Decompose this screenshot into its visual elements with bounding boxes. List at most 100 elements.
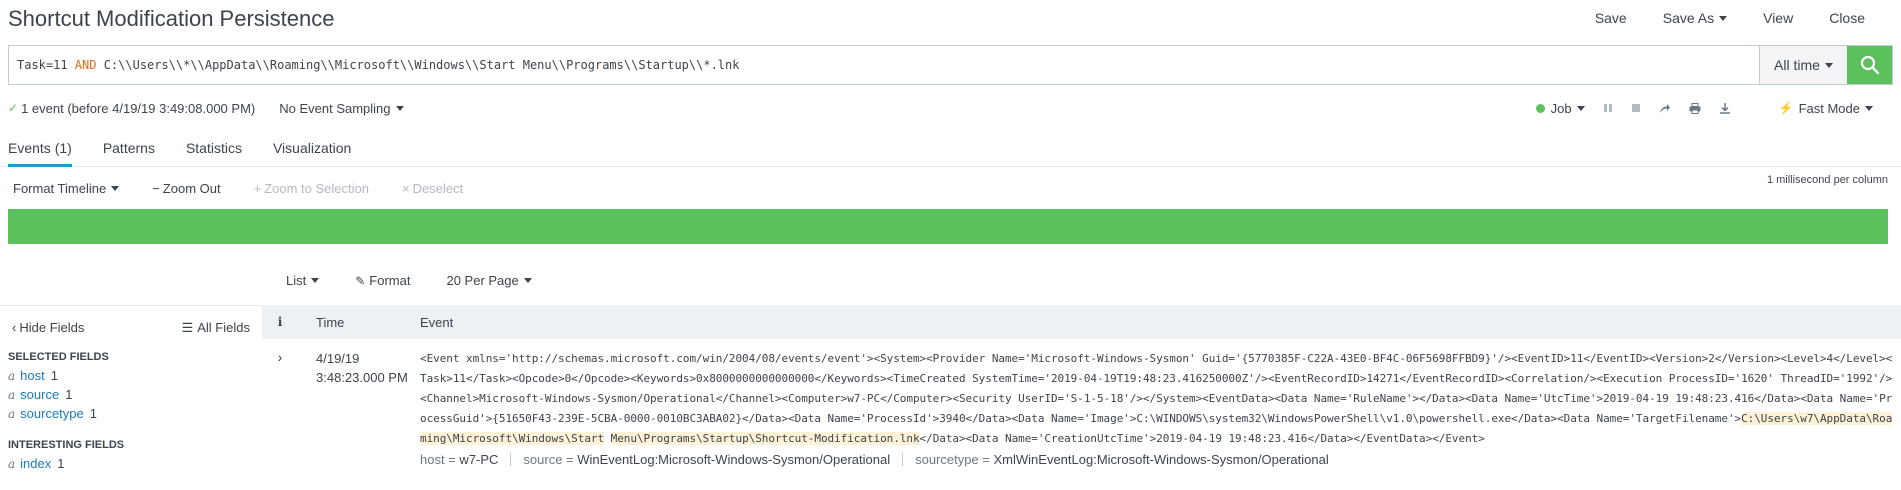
field-count: 1 <box>65 387 73 402</box>
field-type: a <box>8 456 16 471</box>
tab-patterns[interactable]: Patterns <box>103 140 155 166</box>
event-column-header: Event <box>420 314 454 330</box>
event-time: 4/19/19 3:48:23.000 PM <box>298 349 420 470</box>
expand-row-button[interactable]: › <box>262 349 298 470</box>
search-button[interactable] <box>1847 46 1892 84</box>
status-row: ✓ 1 event (before 4/19/19 3:49:08.000 PM… <box>8 98 1901 118</box>
stop-button[interactable] <box>1631 103 1641 113</box>
highlighted-match: Menu\Programs\Startup\Shortcut-Modificat… <box>610 432 920 445</box>
time-column-header[interactable]: Time <box>298 315 420 330</box>
zoom-to-selection-button[interactable]: + Zoom to Selection <box>254 181 369 196</box>
status-dot-icon <box>1535 103 1545 113</box>
meta-source-value[interactable]: WinEventLog:Microsoft-Windows-Sysmon/Ope… <box>577 452 890 467</box>
chevron-down-icon <box>1824 62 1833 68</box>
timeline-bar[interactable] <box>8 209 1888 244</box>
selected-fields-title: SELECTED FIELDS <box>8 351 109 363</box>
raw-space <box>604 432 611 445</box>
meta-sourcetype-value[interactable]: XmlWinEventLog:Microsoft-Windows-Sysmon/… <box>994 452 1329 467</box>
format-timeline-label: Format Timeline <box>13 180 107 196</box>
tab-visualization[interactable]: Visualization <box>273 140 351 166</box>
field-type: a <box>8 406 16 421</box>
field-type: a <box>8 387 16 402</box>
time-range-picker[interactable]: All time <box>1759 46 1847 84</box>
event-metadata: host = w7-PC source = WinEventLog:Microso… <box>420 450 1895 470</box>
job-menu[interactable]: Job <box>1535 100 1585 116</box>
pause-icon <box>1603 104 1612 112</box>
all-fields-label: All Fields <box>197 320 250 335</box>
search-bar: Task=11 AND C:\\Users\\*\\AppData\\Roami… <box>8 45 1893 85</box>
job-controls: Job ⚡ Fast Mode <box>1518 98 1873 118</box>
field-index[interactable]: a index 1 <box>0 454 262 473</box>
download-icon <box>1719 103 1730 114</box>
raw-event-text[interactable]: <Event xmlns='http://schemas.microsoft.c… <box>420 349 1895 449</box>
all-fields-button[interactable]: ☰ All Fields <box>182 320 250 336</box>
per-page-menu[interactable]: 20 Per Page <box>446 273 532 288</box>
deselect-button[interactable]: × Deselect <box>402 181 463 196</box>
interesting-fields-title: INTERESTING FIELDS <box>8 439 125 451</box>
field-source[interactable]: a source 1 <box>0 385 262 404</box>
field-type: a <box>8 368 16 383</box>
print-icon <box>1689 102 1701 114</box>
events-table: i Time Event › 4/19/19 3:48:23.000 PM <E… <box>262 305 1901 490</box>
search-input[interactable]: Task=11 AND C:\\Users\\*\\AppData\\Roami… <box>9 46 1759 84</box>
chevron-down-icon <box>111 185 120 191</box>
save-as-menu[interactable]: Save As <box>1663 10 1728 26</box>
timeline-toolbar: Format Timeline − Zoom Out + Zoom to Selec… <box>13 178 1901 198</box>
field-sourcetype[interactable]: a sourcetype 1 <box>0 404 262 423</box>
meta-host-value[interactable]: w7-PC <box>459 452 498 467</box>
tab-events[interactable]: Events (1) <box>8 140 72 167</box>
chevron-down-icon <box>395 105 404 111</box>
print-button[interactable] <box>1689 102 1701 114</box>
plus-icon: + <box>253 180 262 196</box>
list-view-menu[interactable]: List <box>286 273 320 288</box>
page-title: Shortcut Modification Persistence <box>8 6 335 31</box>
format-label: Format <box>369 273 411 288</box>
chevron-down-icon <box>1719 15 1728 21</box>
export-button[interactable] <box>1719 102 1731 114</box>
field-host[interactable]: a host 1 <box>0 366 262 385</box>
minus-icon: − <box>152 180 160 196</box>
per-page-label: 20 Per Page <box>446 273 519 288</box>
table-row: › 4/19/19 3:48:23.000 PM <Event xmlns='h… <box>262 339 1901 470</box>
header-actions: Save Save As View Close <box>1595 6 1901 30</box>
share-button[interactable] <box>1659 103 1671 114</box>
job-label: Job <box>1550 100 1572 116</box>
field-count: 1 <box>57 456 65 471</box>
sampling-label: No Event Sampling <box>279 100 391 116</box>
list-icon: ☰ <box>181 320 194 335</box>
raw-before: <Event xmlns='http://schemas.microsoft.c… <box>420 352 1893 425</box>
timeline-scale: 1 millisecond per column <box>1766 174 1888 186</box>
field-name: source <box>20 387 60 402</box>
event-sampling-menu[interactable]: No Event Sampling <box>279 100 404 116</box>
format-button[interactable]: ✎ Format <box>355 273 410 288</box>
search-mode-label: Fast Mode <box>1798 100 1860 116</box>
field-name: sourcetype <box>20 406 84 421</box>
close-icon: × <box>401 180 410 196</box>
meta-source-key: source = <box>523 452 578 467</box>
view-button[interactable]: View <box>1763 10 1793 26</box>
zoom-out-button[interactable]: − Zoom Out <box>152 181 220 196</box>
tab-statistics[interactable]: Statistics <box>186 140 242 166</box>
pause-button[interactable] <box>1603 103 1613 113</box>
divider <box>902 453 904 466</box>
table-header: i Time Event <box>262 305 1901 339</box>
hide-fields-label: Hide Fields <box>19 320 85 335</box>
format-timeline-menu[interactable]: Format Timeline <box>13 180 120 196</box>
results-toolbar: List ✎ Format 20 Per Page <box>286 273 568 288</box>
hide-fields-button[interactable]: ‹ Hide Fields <box>12 320 84 336</box>
check-icon: ✓ <box>8 101 19 115</box>
results-tabs: Events (1) Patterns Statistics Visualiza… <box>0 125 1901 167</box>
event-body: <Event xmlns='http://schemas.microsoft.c… <box>420 349 1901 470</box>
deselect-label: Deselect <box>412 180 464 196</box>
zoom-selection-label: Zoom to Selection <box>264 180 369 196</box>
field-count: 1 <box>50 368 58 383</box>
fields-sidebar: ‹ Hide Fields ☰ All Fields SELECTED FIELDS… <box>0 305 262 490</box>
save-button[interactable]: Save <box>1595 10 1627 26</box>
chevron-down-icon <box>1865 105 1873 111</box>
search-mode-menu[interactable]: ⚡ Fast Mode <box>1779 101 1873 116</box>
field-name: host <box>20 368 45 383</box>
zoom-out-label: Zoom Out <box>162 180 221 196</box>
close-button[interactable]: Close <box>1829 10 1865 26</box>
event-clock: 3:48:23.000 PM <box>316 370 408 385</box>
chevron-down-icon <box>1576 105 1585 111</box>
